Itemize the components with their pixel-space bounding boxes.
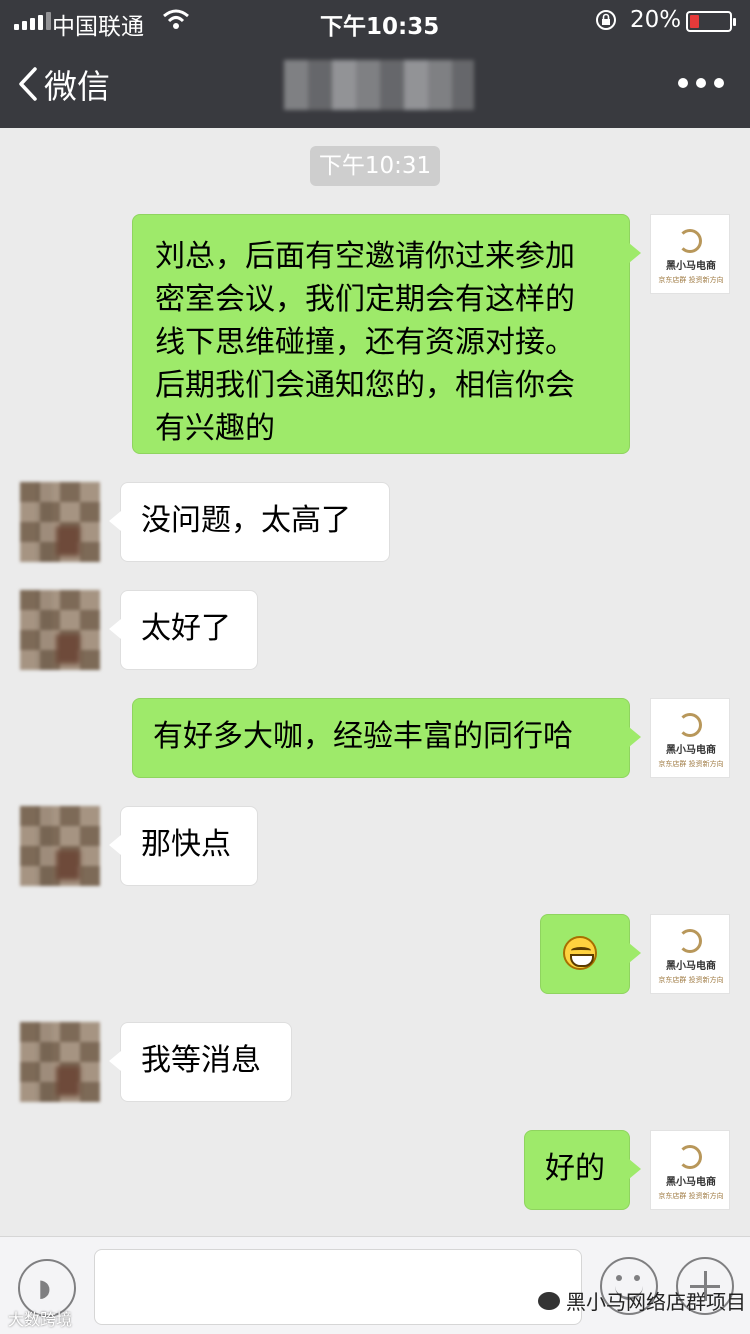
- message-text: 没问题，太高了: [141, 503, 351, 538]
- outgoing-message[interactable]: 刘总，后面有空邀请你过来参加 密室会议，我们定期会有这样的 线下思维碰撞，还有资…: [132, 214, 641, 454]
- chat-title-blurred: [284, 60, 474, 110]
- logo-name: 黑小马电商: [666, 745, 716, 756]
- outgoing-emoji-message[interactable]: [540, 914, 641, 994]
- battery-percent: 20%: [630, 7, 682, 33]
- watermark-right-text: 黑小马网络店群项目: [566, 1290, 746, 1314]
- logo-slogan: 京东店群 投资新方向: [658, 976, 724, 984]
- battery-icon: [686, 11, 736, 32]
- nav-bar: 微信: [0, 40, 750, 128]
- horse-logo-icon: [678, 929, 702, 953]
- message-text: 好的: [545, 1151, 605, 1186]
- message-text: 那快点: [141, 827, 231, 862]
- status-time: 下午10:35: [320, 14, 440, 40]
- input-bar: ◗: [0, 1236, 750, 1334]
- self-avatar[interactable]: 黑小马电商 京东店群 投资新方向: [650, 698, 730, 778]
- self-avatar[interactable]: 黑小马电商 京东店群 投资新方向: [650, 1130, 730, 1210]
- top-bar: 中国联通 下午10:35 20% 微信: [0, 0, 750, 128]
- message-text: 刘总，后面有空邀请你过来参加 密室会议，我们定期会有这样的 线下思维碰撞，还有资…: [155, 239, 575, 446]
- back-label: 微信: [44, 67, 110, 106]
- contact-avatar[interactable]: [20, 1022, 100, 1102]
- watermark-left: 大数跨境: [8, 1310, 73, 1329]
- signal-icon: [14, 12, 51, 30]
- wechat-logo-icon: [538, 1291, 560, 1310]
- contact-avatar[interactable]: [20, 482, 100, 562]
- message-text: 太好了: [141, 611, 231, 646]
- logo-slogan: 京东店群 投资新方向: [658, 276, 724, 284]
- dot-icon: [714, 78, 724, 88]
- self-avatar[interactable]: 黑小马电商 京东店群 投资新方向: [650, 914, 730, 994]
- logo-name: 黑小马电商: [666, 261, 716, 272]
- logo-slogan: 京东店群 投资新方向: [658, 1192, 724, 1200]
- self-avatar[interactable]: 黑小马电商 京东店群 投资新方向: [650, 214, 730, 294]
- horse-logo-icon: [678, 713, 702, 737]
- incoming-message[interactable]: 太好了: [109, 590, 258, 670]
- incoming-message[interactable]: 我等消息: [109, 1022, 292, 1102]
- chevron-left-icon: [19, 67, 37, 101]
- rotation-lock-icon: [594, 8, 618, 38]
- contact-avatar[interactable]: [20, 806, 100, 886]
- dot-icon: [678, 78, 688, 88]
- status-bar: 中国联通 下午10:35 20%: [0, 0, 750, 40]
- horse-logo-icon: [678, 1145, 702, 1169]
- wifi-icon: [162, 8, 190, 36]
- message-text: 我等消息: [141, 1043, 261, 1078]
- more-options-button[interactable]: [678, 78, 724, 88]
- logo-name: 黑小马电商: [666, 961, 716, 972]
- dot-icon: [696, 78, 706, 88]
- back-button[interactable]: 微信: [18, 60, 110, 108]
- message-text: 有好多大咖，经验丰富的同行哈: [153, 719, 573, 754]
- incoming-message[interactable]: 那快点: [109, 806, 258, 886]
- watermark-right: 黑小马网络店群项目: [538, 1286, 746, 1315]
- logo-slogan: 京东店群 投资新方向: [658, 760, 724, 768]
- message-timestamp: 下午10:31: [310, 146, 440, 186]
- message-input[interactable]: [94, 1249, 582, 1325]
- contact-avatar[interactable]: [20, 590, 100, 670]
- horse-logo-icon: [678, 229, 702, 253]
- logo-name: 黑小马电商: [666, 1177, 716, 1188]
- voice-wave-icon: ◗: [38, 1274, 51, 1302]
- grinning-face-icon: [563, 936, 597, 970]
- incoming-message[interactable]: 没问题，太高了: [109, 482, 390, 562]
- outgoing-message[interactable]: 好的: [524, 1130, 641, 1210]
- outgoing-message[interactable]: 有好多大咖，经验丰富的同行哈: [132, 698, 641, 778]
- carrier-label: 中国联通: [52, 14, 144, 40]
